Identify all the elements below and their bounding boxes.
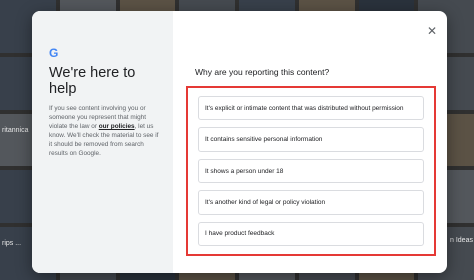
close-icon[interactable]: ✕: [427, 24, 437, 38]
report-option[interactable]: It's another kind of legal or policy vio…: [198, 190, 424, 215]
report-content-dialog: G We're here to help If you see content …: [32, 11, 447, 273]
report-question: Why are you reporting this content?: [195, 67, 330, 77]
dialog-form-panel: ✕ Why are you reporting this content? It…: [173, 11, 447, 273]
policies-link[interactable]: our policies: [99, 123, 135, 130]
google-logo: G: [49, 46, 59, 60]
report-options-list: It's explicit or intimate content that w…: [186, 86, 436, 256]
report-option[interactable]: It shows a person under 18: [198, 158, 424, 184]
dialog-title: We're here to help: [49, 65, 136, 97]
report-option[interactable]: It's explicit or intimate content that w…: [198, 96, 424, 121]
report-option[interactable]: It contains sensitive personal informati…: [198, 127, 424, 152]
background-label: n Ideas: [450, 237, 473, 244]
background-label: ritannica: [2, 127, 29, 134]
background-label: rips ...: [2, 240, 22, 247]
report-option[interactable]: I have product feedback: [198, 221, 424, 247]
dialog-description: If you see content involving you or some…: [49, 105, 159, 157]
dialog-info-panel: G We're here to help If you see content …: [32, 11, 173, 273]
